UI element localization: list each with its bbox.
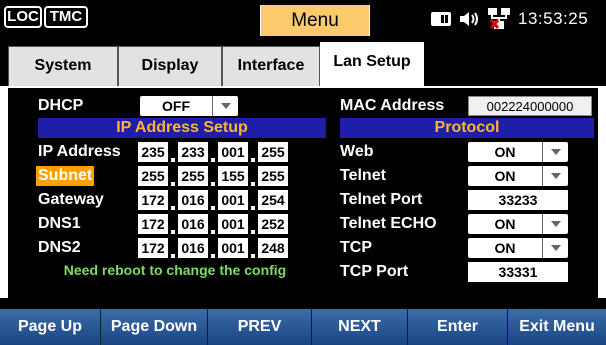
tcp-value: ON bbox=[494, 240, 516, 256]
exit-menu-button[interactable]: Exit Menu bbox=[508, 309, 606, 345]
dns2-label: DNS2 bbox=[38, 239, 81, 256]
tab-interface[interactable]: Interface bbox=[222, 46, 320, 86]
dns1-octet[interactable]: 252 bbox=[258, 214, 288, 234]
octet-separator bbox=[251, 230, 255, 234]
telnet-echo-select[interactable]: ON bbox=[468, 214, 568, 234]
prev-button[interactable]: PREV bbox=[208, 309, 312, 345]
tab-bar: System Display Interface Lan Setup bbox=[0, 38, 606, 88]
telnet-label: Telnet bbox=[340, 167, 386, 184]
octet-separator bbox=[211, 206, 215, 210]
dns2-octet[interactable]: 001 bbox=[218, 238, 248, 258]
octet-separator bbox=[211, 230, 215, 234]
gateway-octet[interactable]: 254 bbox=[258, 190, 288, 210]
lan-setup-panel: DHCP OFF IP Address Setup IP Address 235… bbox=[0, 86, 606, 298]
status-bar: LOC TMC Menu 13:53:25 bbox=[0, 0, 606, 38]
chevron-down-icon bbox=[542, 214, 568, 234]
next-button[interactable]: NEXT bbox=[312, 309, 408, 345]
enter-button[interactable]: Enter bbox=[408, 309, 508, 345]
loc-indicator: LOC bbox=[4, 6, 42, 28]
mac-address-label: MAC Address bbox=[340, 97, 445, 114]
menu-title: Menu bbox=[260, 5, 370, 36]
dhcp-label: DHCP bbox=[38, 97, 84, 114]
ip-octet[interactable]: 255 bbox=[258, 142, 288, 162]
subnet-octet[interactable]: 255 bbox=[258, 166, 288, 186]
ip-address-label: IP Address bbox=[38, 143, 121, 160]
chevron-down-icon bbox=[542, 142, 568, 162]
octet-separator bbox=[211, 182, 215, 186]
dns1-octet[interactable]: 172 bbox=[138, 214, 168, 234]
dns1-label: DNS1 bbox=[38, 215, 81, 232]
gateway-octet[interactable]: 016 bbox=[178, 190, 208, 210]
octet-separator bbox=[171, 230, 175, 234]
ip-address-setup-header: IP Address Setup bbox=[38, 118, 326, 138]
page-up-button[interactable]: Page Up bbox=[0, 309, 101, 345]
network-disconnected-icon bbox=[488, 8, 510, 29]
tcp-label: TCP bbox=[340, 239, 372, 256]
telnet-echo-value: ON bbox=[494, 216, 516, 232]
dhcp-select[interactable]: OFF bbox=[140, 96, 238, 116]
subnet-label: Subnet bbox=[36, 166, 95, 186]
telnet-value: ON bbox=[494, 168, 516, 184]
ip-octet[interactable]: 001 bbox=[218, 142, 248, 162]
dns1-octet[interactable]: 001 bbox=[218, 214, 248, 234]
tmc-indicator: TMC bbox=[44, 6, 88, 28]
octet-separator bbox=[171, 182, 175, 186]
octet-separator bbox=[211, 158, 215, 162]
octet-separator bbox=[251, 182, 255, 186]
octet-separator bbox=[171, 158, 175, 162]
dns2-octet[interactable]: 248 bbox=[258, 238, 288, 258]
dns2-octet[interactable]: 172 bbox=[138, 238, 168, 258]
reboot-notice: Need reboot to change the config bbox=[63, 262, 287, 278]
protocol-header: Protocol bbox=[340, 118, 594, 138]
ip-octet[interactable]: 235 bbox=[138, 142, 168, 162]
telnet-port-label: Telnet Port bbox=[340, 191, 423, 208]
tab-display[interactable]: Display bbox=[118, 46, 222, 86]
mac-address-value: 002224000000 bbox=[468, 96, 592, 116]
web-value: ON bbox=[494, 144, 516, 160]
speaker-icon bbox=[460, 12, 478, 26]
dhcp-value: OFF bbox=[162, 98, 190, 114]
gateway-label: Gateway bbox=[38, 191, 104, 208]
chevron-down-icon bbox=[542, 238, 568, 258]
gateway-octet[interactable]: 172 bbox=[138, 190, 168, 210]
octet-separator bbox=[251, 206, 255, 210]
tab-lan-setup[interactable]: Lan Setup bbox=[320, 42, 424, 88]
status-icons: 13:53:25 bbox=[430, 6, 588, 32]
octet-separator bbox=[171, 206, 175, 210]
gateway-octet[interactable]: 001 bbox=[218, 190, 248, 210]
octet-separator bbox=[211, 254, 215, 258]
octet-separator bbox=[251, 254, 255, 258]
web-select[interactable]: ON bbox=[468, 142, 568, 162]
telnet-echo-label: Telnet ECHO bbox=[340, 215, 437, 232]
subnet-octet[interactable]: 255 bbox=[138, 166, 168, 186]
chevron-down-icon bbox=[212, 96, 238, 116]
clock: 13:53:25 bbox=[518, 9, 589, 28]
web-label: Web bbox=[340, 143, 374, 160]
tcp-port-label: TCP Port bbox=[340, 263, 409, 280]
subnet-octet[interactable]: 255 bbox=[178, 166, 208, 186]
storage-icon bbox=[431, 12, 451, 26]
dns1-octet[interactable]: 016 bbox=[178, 214, 208, 234]
subnet-octet[interactable]: 155 bbox=[218, 166, 248, 186]
ip-octet[interactable]: 233 bbox=[178, 142, 208, 162]
octet-separator bbox=[171, 254, 175, 258]
page-down-button[interactable]: Page Down bbox=[101, 309, 208, 345]
telnet-port-field[interactable]: 33233 bbox=[468, 190, 568, 210]
telnet-select[interactable]: ON bbox=[468, 166, 568, 186]
tab-system[interactable]: System bbox=[8, 46, 118, 86]
octet-separator bbox=[251, 158, 255, 162]
tcp-port-field[interactable]: 33331 bbox=[468, 262, 568, 282]
tcp-select[interactable]: ON bbox=[468, 238, 568, 258]
softkey-bar: Page Up Page Down PREV NEXT Enter Exit M… bbox=[0, 306, 606, 345]
chevron-down-icon bbox=[542, 166, 568, 186]
dns2-octet[interactable]: 016 bbox=[178, 238, 208, 258]
